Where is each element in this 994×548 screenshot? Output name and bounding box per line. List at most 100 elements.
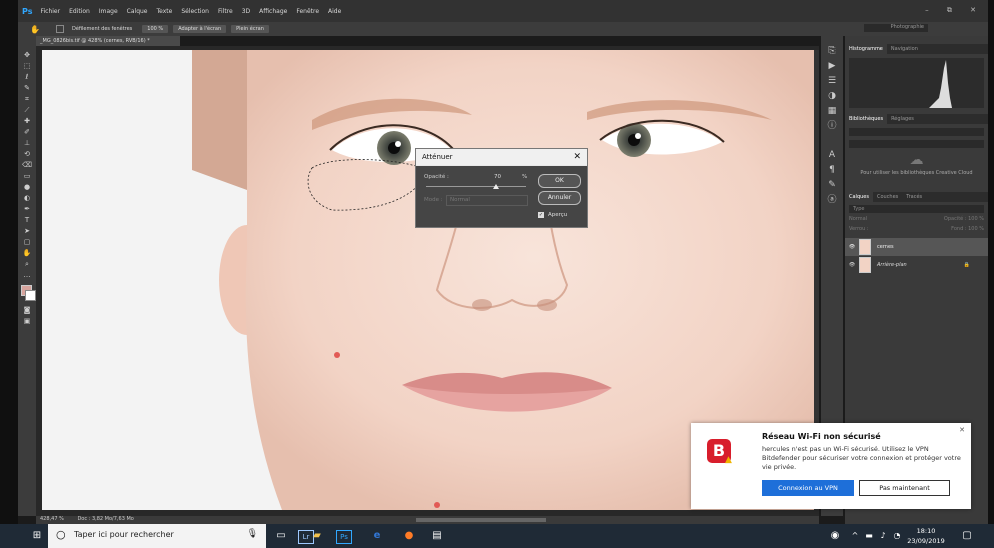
eyedropper-tool-icon[interactable]: ⟋	[18, 105, 36, 116]
zoom-100-button[interactable]: 100 %	[142, 25, 169, 33]
close-icon[interactable]: ✕	[959, 426, 965, 434]
opacity-value[interactable]: 100 %	[968, 216, 984, 222]
tools-panel: ✥ ⬚ ℓ ✎ ⌗ ⟋ ✚ ✐ ⊥ ⟲ ⌫ ▭ ● ◐ ✒ T ➤ ▢ ✋ ⌕ …	[18, 36, 36, 516]
menu-aide[interactable]: Aide	[328, 8, 341, 15]
fill-value[interactable]: 100 %	[968, 226, 984, 232]
crop-tool-icon[interactable]: ⌗	[18, 94, 36, 105]
fill-screen-button[interactable]: Plein écran	[231, 25, 269, 33]
gradient-tool-icon[interactable]: ▭	[18, 171, 36, 182]
info-panel-icon[interactable]: ⓘ	[821, 119, 843, 134]
document-tab[interactable]: _MG_0826bis.tif @ 428% (cernes, RVB/16) …	[36, 36, 180, 46]
menu-fichier[interactable]: Fichier	[40, 8, 60, 15]
screen-mode-icon[interactable]: ▣	[18, 316, 36, 327]
quick-selection-icon[interactable]: ✎	[18, 83, 36, 94]
opacity-value[interactable]: 70	[494, 174, 501, 180]
lasso-tool-icon[interactable]: ℓ	[18, 72, 36, 83]
menu-affichage[interactable]: Affichage	[259, 8, 287, 15]
layer-row[interactable]: 👁 cernes	[845, 238, 988, 256]
search-icon: ○	[56, 528, 66, 541]
blur-tool-icon[interactable]: ●	[18, 182, 36, 193]
workspace-selector[interactable]: Photographie	[864, 24, 928, 32]
library-dropdown[interactable]	[849, 128, 984, 136]
tab-adjustments[interactable]: Réglages	[887, 116, 918, 122]
clock[interactable]: 18:10 23/09/2019	[906, 526, 946, 546]
task-view-icon[interactable]: ▭	[272, 528, 290, 544]
ok-button[interactable]: OK	[538, 174, 581, 188]
connect-vpn-button[interactable]: Connexion au VPN	[762, 480, 854, 496]
history-brush-icon[interactable]: ⟲	[18, 149, 36, 160]
cancel-button[interactable]: Annuler	[538, 191, 581, 205]
stamp-tool-icon[interactable]: ⊥	[18, 138, 36, 149]
menu-selection[interactable]: Sélection	[181, 8, 209, 15]
opacity-slider[interactable]	[426, 186, 526, 187]
brush-tool-icon[interactable]: ✐	[18, 127, 36, 138]
notifications-icon[interactable]: ▢	[958, 528, 976, 544]
character-panel-icon[interactable]: A	[821, 148, 843, 163]
preview-checkbox[interactable]: ✓	[538, 212, 544, 218]
file-explorer-icon[interactable]: ▰	[308, 528, 326, 544]
menu-texte[interactable]: Texte	[157, 8, 173, 15]
zoom-readout[interactable]: 428,47 %	[40, 516, 64, 522]
color-swatches[interactable]	[18, 281, 36, 305]
tab-paths[interactable]: Tracés	[902, 194, 926, 200]
pen-tool-icon[interactable]: ✒	[18, 204, 36, 215]
photoshop-taskbar-icon[interactable]: Ps	[336, 530, 352, 544]
layer-filter[interactable]: Type	[849, 205, 984, 213]
close-icon[interactable]: ✕	[573, 149, 581, 165]
store-icon[interactable]: ▤	[428, 528, 446, 544]
menu-filtre[interactable]: Filtre	[218, 8, 233, 15]
tab-histogram[interactable]: Histogramme	[845, 44, 887, 54]
glyphs-panel-icon[interactable]: ⓐ	[821, 193, 843, 208]
menu-edition[interactable]: Edition	[69, 8, 90, 15]
swatches-panel-icon[interactable]: ▦	[821, 104, 843, 119]
eraser-tool-icon[interactable]: ⌫	[18, 160, 36, 171]
tab-navigation[interactable]: Navigation	[887, 46, 922, 52]
firefox-icon[interactable]: ●	[400, 528, 418, 544]
path-selection-icon[interactable]: ➤	[18, 226, 36, 237]
menu-calque[interactable]: Calque	[127, 8, 148, 15]
menu-image[interactable]: Image	[99, 8, 118, 15]
microphone-icon[interactable]: 🎙	[247, 529, 258, 539]
window-controls[interactable]: – ⧉ ✕	[925, 6, 984, 15]
fit-screen-button[interactable]: Adapter à l'écran	[173, 25, 227, 33]
layer-name[interactable]: cernes	[877, 244, 894, 250]
history-panel-icon[interactable]: ⎘	[821, 44, 843, 59]
search-box[interactable]: ○ Taper ici pour rechercher 🎙	[48, 524, 266, 548]
wifi-icon[interactable]: ◔	[888, 528, 906, 544]
tab-channels[interactable]: Couches	[873, 194, 902, 200]
edge-icon[interactable]: e	[368, 528, 386, 544]
menu-3d[interactable]: 3D	[242, 8, 250, 15]
more-tools-icon[interactable]: …	[18, 270, 36, 281]
eye-icon[interactable]: 👁	[845, 244, 859, 250]
hand-tool-sidebar-icon[interactable]: ✋	[18, 248, 36, 259]
type-tool-icon[interactable]: T	[18, 215, 36, 226]
layer-row[interactable]: 👁 Arrière-plan 🔒	[845, 256, 988, 274]
move-tool-icon[interactable]: ✥	[18, 50, 36, 61]
slider-thumb[interactable]	[493, 184, 499, 189]
eye-icon[interactable]: 👁	[845, 262, 859, 268]
healing-brush-icon[interactable]: ✚	[18, 116, 36, 127]
blend-mode-select[interactable]: Normal	[849, 216, 867, 224]
windows-start-icon[interactable]: ⊞	[28, 528, 46, 544]
not-now-button[interactable]: Pas maintenant	[859, 480, 950, 496]
marquee-tool-icon[interactable]: ⬚	[18, 61, 36, 72]
library-search[interactable]	[849, 140, 984, 148]
dodge-tool-icon[interactable]: ◐	[18, 193, 36, 204]
adjustments-panel-icon[interactable]: ◑	[821, 89, 843, 104]
menu-fenetre[interactable]: Fenêtre	[296, 8, 319, 15]
quick-mask-icon[interactable]: ◙	[18, 305, 36, 316]
bitdefender-tray-icon[interactable]: ◉	[826, 528, 844, 544]
tab-layers[interactable]: Calques	[845, 192, 873, 202]
layer-name[interactable]: Arrière-plan	[877, 262, 907, 268]
actions-panel-icon[interactable]: ▶	[821, 59, 843, 74]
doc-size-readout: Doc : 3,82 Mo/7,63 Mo	[77, 516, 134, 522]
paragraph-panel-icon[interactable]: ¶	[821, 163, 843, 178]
opacity-label: Opacité :	[424, 174, 449, 180]
brushes-panel-icon[interactable]: ✎	[821, 178, 843, 193]
horizontal-scrollbar[interactable]	[416, 518, 546, 522]
tab-libraries[interactable]: Bibliothèques	[845, 114, 888, 124]
properties-panel-icon[interactable]: ☰	[821, 74, 843, 89]
scroll-all-checkbox[interactable]	[55, 25, 64, 33]
zoom-tool-icon[interactable]: ⌕	[18, 259, 36, 270]
shape-tool-icon[interactable]: ▢	[18, 237, 36, 248]
